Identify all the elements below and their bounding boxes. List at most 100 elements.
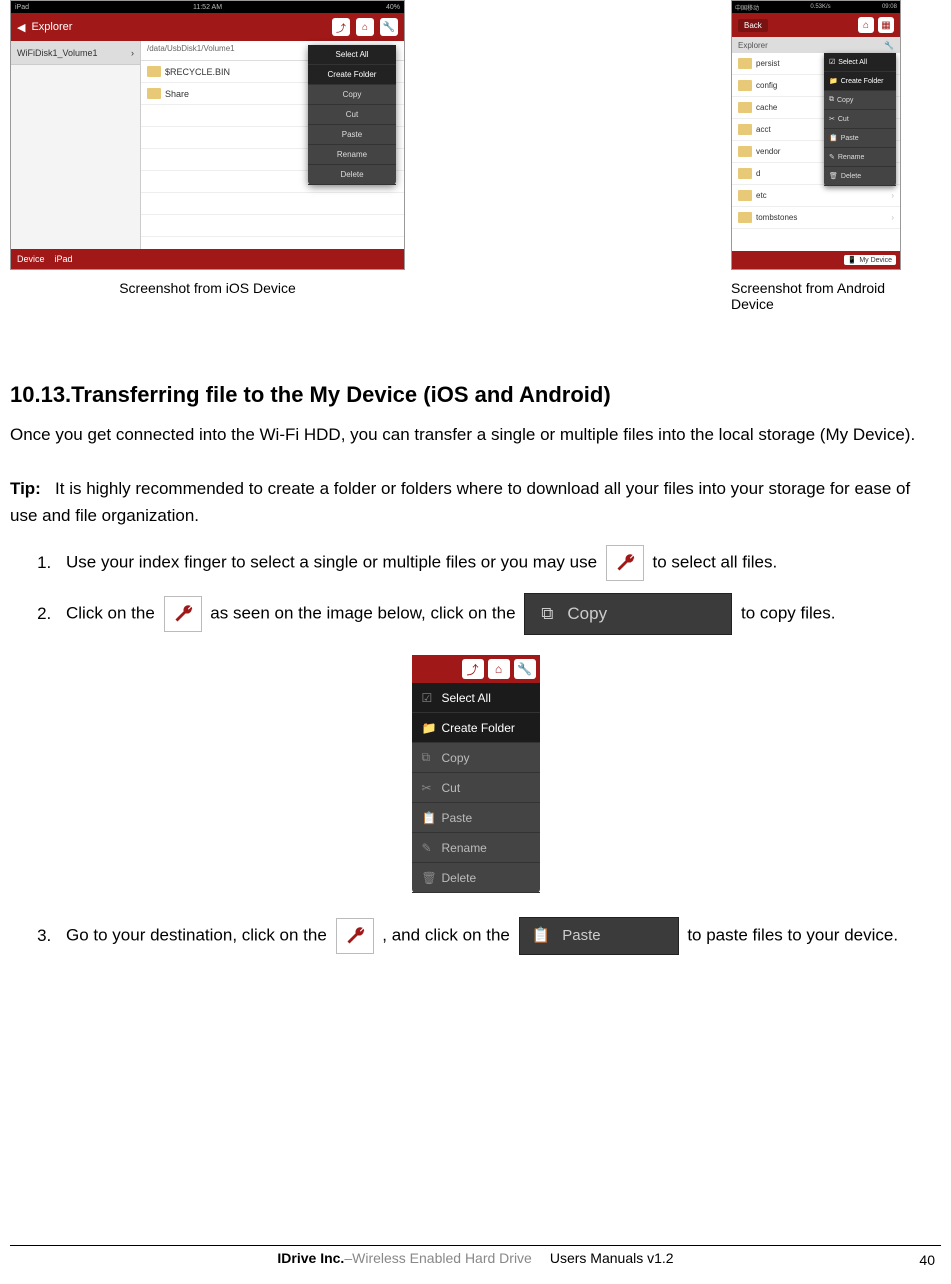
rename-icon: ✎	[829, 153, 835, 161]
wrench-icon	[606, 545, 644, 581]
step-2-text-c: to copy files.	[741, 604, 836, 623]
ios-status-time: 11:52 AM	[193, 4, 222, 11]
menu-item-rename: ✎Rename	[412, 833, 540, 863]
ios-caption: Screenshot from iOS Device	[119, 280, 296, 296]
ios-bottom-ipad[interactable]: iPad	[55, 254, 73, 264]
android-folder-label: etc	[756, 191, 767, 200]
screenshots-row: iPad 11:52 AM 40% ◀ Explorer ⤴ ⌂ 🔧	[10, 0, 941, 322]
ios-empty-row	[141, 215, 404, 237]
footer-company: IDrive Inc.	[277, 1250, 344, 1266]
ios-context-menu: Select All Create Folder Copy Cut Paste …	[308, 45, 396, 185]
wrench-icon[interactable]: 🔧	[380, 18, 398, 36]
step-2: Click on the as seen on the image below,…	[56, 593, 941, 635]
android-folder-label: persist	[756, 59, 780, 68]
ios-sidebar-item[interactable]: WiFiDisk1_Volume1 ›	[11, 41, 140, 65]
ios-sidebar: WiFiDisk1_Volume1 ›	[11, 41, 141, 251]
ios-status-bar: iPad 11:52 AM 40%	[11, 1, 404, 13]
chevron-right-icon: ›	[891, 191, 894, 200]
wrench-icon[interactable]: 🔧	[884, 41, 894, 50]
menu-top-bar: ⤴ ⌂ 🔧	[412, 655, 540, 683]
home-icon[interactable]: ⌂	[356, 18, 374, 36]
android-caption: Screenshot from Android Device	[731, 280, 901, 312]
android-context-menu: ☑Select All 📁Create Folder ⧉Copy ✂Cut 📋P…	[824, 53, 896, 186]
android-path-label: Explorer	[738, 41, 768, 50]
android-folder-label: vendor	[756, 147, 780, 156]
copy-icon: ⧉	[541, 600, 553, 629]
android-path-bar: Explorer 🔧	[732, 37, 900, 53]
ios-status-left: iPad	[15, 4, 29, 11]
android-folder-label: tombstones	[756, 213, 797, 222]
step-2-text-b: as seen on the image below, click on the	[210, 604, 520, 623]
menu-figure: ⤴ ⌂ 🔧 ☑Select All 📁Create Folder ⧉Copy ✂…	[10, 655, 941, 893]
android-folder-row[interactable]: tombstones›	[732, 207, 900, 229]
folder-icon	[147, 88, 161, 99]
menu-item-cut[interactable]: ✂Cut	[824, 110, 896, 129]
section-heading: 10.13.Transferring file to the My Device…	[10, 382, 941, 408]
menu-item-cut[interactable]: Cut	[308, 105, 396, 125]
tip-paragraph: Tip: It is highly recommended to create …	[10, 476, 941, 529]
menu-item-create-folder[interactable]: 📁Create Folder	[824, 72, 896, 91]
grid-icon[interactable]: ▦	[878, 17, 894, 33]
folder-icon	[738, 168, 752, 179]
back-button[interactable]: Back	[738, 19, 768, 32]
menu-item-delete[interactable]: Delete	[308, 165, 396, 185]
android-folder-row[interactable]: etc ›	[732, 185, 900, 207]
steps-list-continued: Go to your destination, click on the , a…	[10, 917, 941, 955]
paste-label: Paste	[562, 923, 600, 949]
check-icon: ☑	[422, 691, 434, 705]
android-folder-label: acct	[756, 125, 771, 134]
menu-item-copy[interactable]: ⧉Copy	[824, 91, 896, 110]
menu-item-paste[interactable]: 📋Paste	[824, 129, 896, 148]
android-body: persist› config› cache› acct› vendor› d›…	[732, 53, 900, 253]
menu-item-copy: ⧉Copy	[412, 743, 540, 773]
menu-item-delete[interactable]: 🗑Delete	[824, 167, 896, 186]
menu-item-copy[interactable]: Copy	[308, 85, 396, 105]
copy-icon: ⧉	[422, 750, 434, 765]
ios-toolbar-icons: ⤴ ⌂ 🔧	[332, 18, 398, 36]
delete-icon: 🗑	[422, 871, 434, 885]
footer-product: –Wireless Enabled Hard Drive	[344, 1250, 532, 1266]
ios-screenshot: iPad 11:52 AM 40% ◀ Explorer ⤴ ⌂ 🔧	[10, 0, 405, 270]
paste-button: 📋 Paste	[519, 917, 679, 955]
android-folder-label: config	[756, 81, 777, 90]
folder-icon	[738, 80, 752, 91]
folder-icon	[738, 146, 752, 157]
home-icon: ⌂	[488, 659, 510, 679]
ios-back-icon[interactable]: ◀	[17, 21, 25, 34]
copy-label: Copy	[567, 600, 607, 629]
tip-body: It is highly recommended to create a fol…	[10, 479, 910, 524]
menu-item-paste[interactable]: Paste	[308, 125, 396, 145]
device-icon: 📱	[848, 256, 857, 264]
android-speed: 0.53K/s	[810, 4, 830, 10]
step-3-text-a: Go to your destination, click on the	[66, 926, 332, 945]
android-status-bar: 中国移动 0.53K/s 09:08	[732, 1, 900, 13]
menu-item-rename[interactable]: Rename	[308, 145, 396, 165]
my-device-button[interactable]: 📱 My Device	[844, 255, 896, 265]
home-icon[interactable]: ⌂	[858, 17, 874, 33]
step-2-text-a: Click on the	[66, 604, 160, 623]
cut-icon: ✂	[422, 781, 434, 795]
folder-icon	[738, 124, 752, 135]
share-icon[interactable]: ⤴	[332, 18, 350, 36]
ios-empty-row	[141, 193, 404, 215]
copy-icon: ⧉	[829, 96, 834, 104]
ios-bottom-device[interactable]: Device	[17, 254, 45, 264]
page-number: 40	[919, 1252, 935, 1268]
menu-item-select-all[interactable]: Select All	[308, 45, 396, 65]
menu-item-rename[interactable]: ✎Rename	[824, 148, 896, 167]
folder-plus-icon: 📁	[829, 77, 838, 85]
copy-button: ⧉ Copy	[524, 593, 732, 635]
step-1-text-a: Use your index finger to select a single…	[66, 553, 602, 572]
android-bottom-bar: 📱 My Device	[732, 251, 900, 269]
steps-list: Use your index finger to select a single…	[10, 545, 941, 635]
menu-item-cut: ✂Cut	[412, 773, 540, 803]
ios-file-label: $RECYCLE.BIN	[165, 67, 230, 77]
share-icon: ⤴	[462, 659, 484, 679]
menu-item-select-all[interactable]: ☑Select All	[824, 53, 896, 72]
menu-item-create-folder[interactable]: Create Folder	[308, 65, 396, 85]
document-page: iPad 11:52 AM 40% ◀ Explorer ⤴ ⌂ 🔧	[10, 0, 941, 1284]
ios-file-label: Share	[165, 89, 189, 99]
my-device-label: My Device	[859, 257, 892, 264]
ios-screenshot-column: iPad 11:52 AM 40% ◀ Explorer ⤴ ⌂ 🔧	[10, 0, 405, 296]
ios-title-bar: ◀ Explorer ⤴ ⌂ 🔧	[11, 13, 404, 41]
